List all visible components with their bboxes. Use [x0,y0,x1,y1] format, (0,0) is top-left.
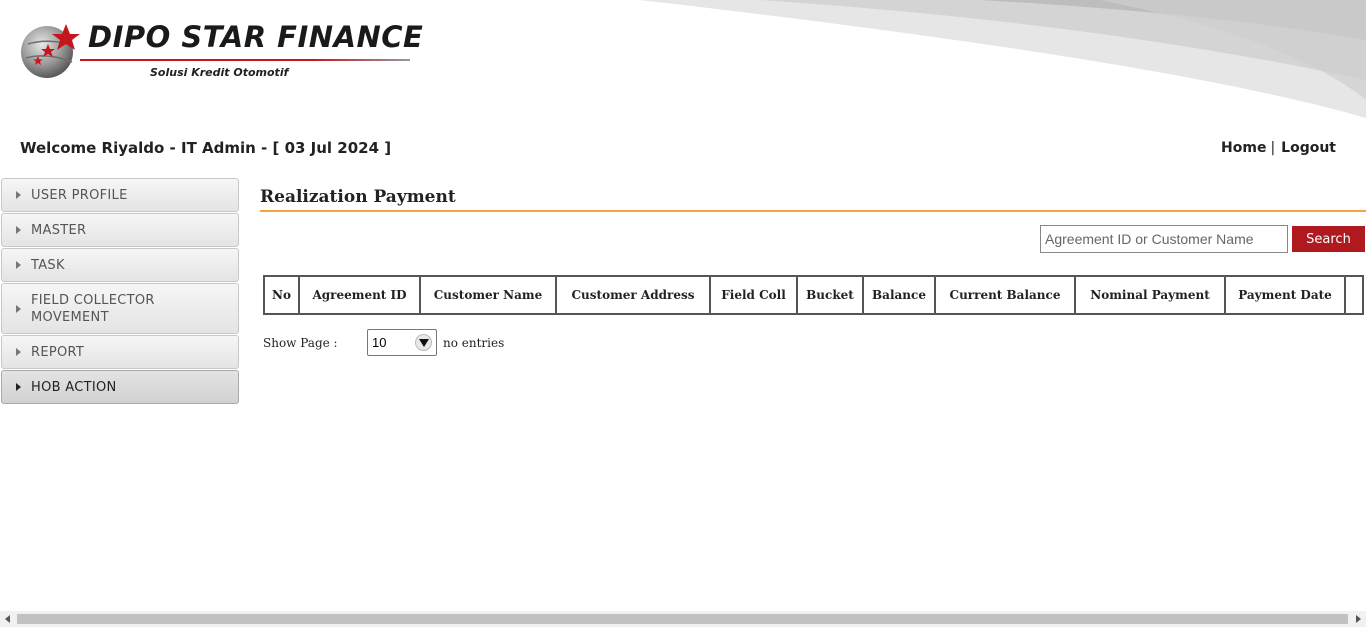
column-header-customer-name[interactable]: Customer Name [419,275,557,315]
show-page-label: Show Page : [263,336,338,350]
sidebar-item-label: MASTER [31,223,87,238]
brand-tagline: Solusi Kredit Otomotif [150,66,289,79]
search-input[interactable] [1040,225,1288,253]
brand-name: DIPO STAR FINANCE [88,20,424,54]
link-separator: | [1270,140,1276,156]
header: DIPO STAR FINANCE Solusi Kredit Otomotif [0,0,1366,125]
scroll-left-arrow-icon[interactable] [0,611,16,627]
column-header-bucket[interactable]: Bucket [796,275,864,315]
column-header-payment-date[interactable]: Payment Date [1224,275,1346,315]
column-header-customer-address[interactable]: Customer Address [555,275,711,315]
column-header-field-coll[interactable]: Field Coll [709,275,798,315]
caret-right-icon [16,348,21,356]
scroll-right-arrow-icon[interactable] [1350,611,1366,627]
page-size-value: 10 [372,335,387,350]
sidebar-item-label: FIELD COLLECTOR MOVEMENT [31,293,155,325]
chevron-down-icon [415,334,432,351]
search-button[interactable]: Search [1292,226,1365,252]
table-header-row: No Agreement ID Customer Name Customer A… [263,275,1364,315]
payments-table: No Agreement ID Customer Name Customer A… [263,275,1364,315]
column-header-nominal-payment[interactable]: Nominal Payment [1074,275,1226,315]
column-header-balance[interactable]: Balance [862,275,936,315]
sidebar-item-task[interactable]: TASK [1,248,239,282]
column-header-current-balance[interactable]: Current Balance [934,275,1076,315]
horizontal-scrollbar[interactable] [0,611,1366,627]
caret-right-icon [16,304,21,313]
scrollbar-thumb[interactable] [17,614,1348,624]
sidebar-item-user-profile[interactable]: USER PROFILE [1,178,239,212]
caret-right-icon [16,226,21,234]
brand-logo[interactable]: DIPO STAR FINANCE Solusi Kredit Otomotif [20,20,424,92]
column-header-no[interactable]: No [263,275,300,315]
caret-right-icon [16,383,21,391]
sidebar-item-label: REPORT [31,345,85,360]
welcome-text: Welcome Riyaldo - IT Admin - [ 03 Jul 20… [20,139,392,157]
title-divider [260,210,1366,212]
column-header-agreement-id[interactable]: Agreement ID [298,275,421,315]
sidebar-menu: USER PROFILE MASTER TASK FIELD COLLECTOR… [1,178,239,405]
logout-link[interactable]: Logout [1281,140,1336,156]
top-links: Home | Logout [1221,140,1336,156]
page-size-select[interactable]: 10 [367,329,437,356]
globe-star-icon [21,24,80,78]
sidebar-item-hob-action[interactable]: HOB ACTION [1,370,239,404]
column-header-blank [1344,275,1364,315]
sidebar-item-master[interactable]: MASTER [1,213,239,247]
caret-right-icon [16,261,21,269]
entries-info: no entries [443,336,505,350]
sidebar-item-label: USER PROFILE [31,188,128,203]
home-link[interactable]: Home [1221,140,1266,156]
page-title: Realization Payment [260,187,456,207]
sidebar-item-report[interactable]: REPORT [1,335,239,369]
sidebar-item-field-collector-movement[interactable]: FIELD COLLECTOR MOVEMENT [1,283,239,334]
sidebar-item-label: TASK [31,258,65,273]
caret-right-icon [16,191,21,199]
brand-underline [80,59,410,61]
sidebar-item-label: HOB ACTION [31,380,117,395]
